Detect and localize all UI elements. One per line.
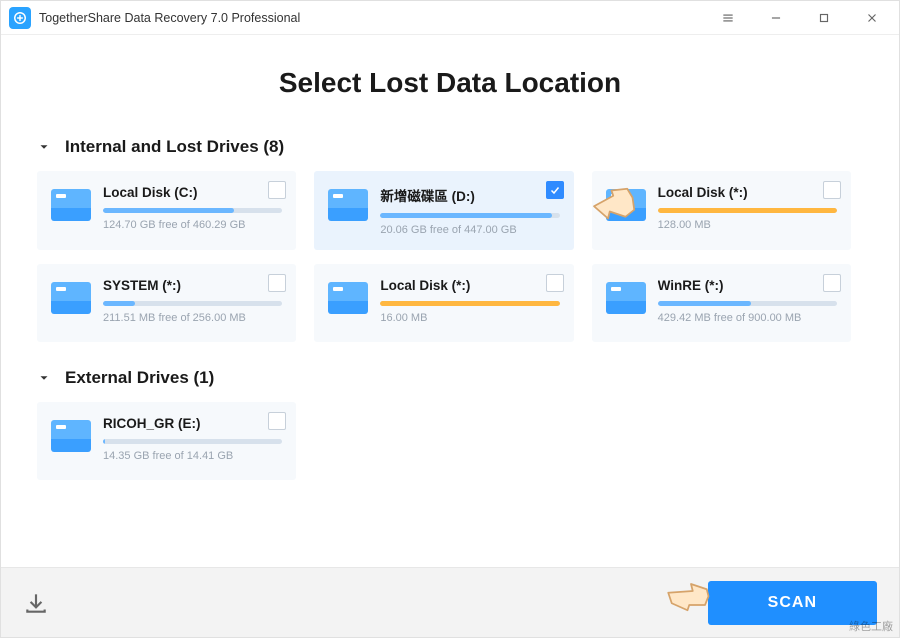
usb-drive-icon (51, 420, 91, 452)
chevron-down-icon (37, 371, 51, 385)
drive-drive-icon (606, 189, 646, 221)
drive-checkbox[interactable] (268, 412, 286, 430)
usage-fill (103, 208, 234, 213)
drive-name: Local Disk (*:) (380, 278, 559, 293)
drive-free-text: 211.51 MB free of 256.00 MB (103, 312, 282, 324)
maximize-button[interactable] (805, 4, 843, 32)
drive-card[interactable]: Local Disk (*:) 16.00 MB (314, 264, 573, 342)
menu-button[interactable] (709, 4, 747, 32)
drive-free-text: 429.42 MB free of 900.00 MB (658, 312, 837, 324)
usage-fill (103, 301, 135, 306)
drive-card[interactable]: SYSTEM (*:) 211.51 MB free of 256.00 MB (37, 264, 296, 342)
usage-bar (658, 208, 837, 213)
section-internal-drives[interactable]: Internal and Lost Drives (8) (37, 137, 851, 157)
chevron-down-icon (37, 140, 51, 154)
page-title: Select Lost Data Location (37, 67, 863, 99)
usage-bar (103, 301, 282, 306)
drive-free-text: 20.06 GB free of 447.00 GB (380, 224, 559, 236)
drive-body: WinRE (*:) 429.42 MB free of 900.00 MB (658, 278, 837, 328)
section-external-drives[interactable]: External Drives (1) (37, 368, 851, 388)
drive-name: 新增磁碟區 (D:) (380, 185, 559, 205)
drive-name: Local Disk (C:) (103, 185, 282, 200)
drive-free-text: 16.00 MB (380, 312, 559, 324)
usage-fill (658, 208, 837, 213)
section-external-label: External Drives (1) (65, 368, 214, 388)
drive-body: Local Disk (*:) 16.00 MB (380, 278, 559, 328)
drive-drive-icon (328, 189, 368, 221)
external-drive-grid: RICOH_GR (E:) 14.35 GB free of 14.41 GB (37, 402, 851, 480)
drive-scroll-area[interactable]: Internal and Lost Drives (8) Local Disk … (37, 129, 863, 553)
import-session-icon[interactable] (23, 590, 49, 616)
drive-body: Local Disk (*:) 128.00 MB (658, 185, 837, 236)
drive-card[interactable]: Local Disk (C:) 124.70 GB free of 460.29 … (37, 171, 296, 250)
drive-body: Local Disk (C:) 124.70 GB free of 460.29 … (103, 185, 282, 236)
windows-drive-icon (51, 189, 91, 221)
drive-body: 新增磁碟區 (D:) 20.06 GB free of 447.00 GB (380, 185, 559, 236)
drive-checkbox[interactable] (268, 274, 286, 292)
section-internal-label: Internal and Lost Drives (8) (65, 137, 284, 157)
internal-drive-grid: Local Disk (C:) 124.70 GB free of 460.29 … (37, 171, 851, 342)
close-button[interactable] (853, 4, 891, 32)
drive-checkbox[interactable] (546, 181, 564, 199)
app-title: TogetherShare Data Recovery 7.0 Professi… (39, 11, 300, 25)
usage-bar (103, 439, 282, 444)
drive-drive-icon (606, 282, 646, 314)
usage-bar (380, 213, 559, 218)
usage-bar (380, 301, 559, 306)
usage-bar (103, 208, 282, 213)
drive-card[interactable]: RICOH_GR (E:) 14.35 GB free of 14.41 GB (37, 402, 296, 480)
drive-checkbox[interactable] (268, 181, 286, 199)
drive-card[interactable]: 新增磁碟區 (D:) 20.06 GB free of 447.00 GB (314, 171, 573, 250)
usage-fill (658, 301, 751, 306)
drive-body: RICOH_GR (E:) 14.35 GB free of 14.41 GB (103, 416, 282, 466)
usage-fill (380, 213, 552, 218)
drive-drive-icon (51, 282, 91, 314)
drive-checkbox[interactable] (546, 274, 564, 292)
drive-card[interactable]: WinRE (*:) 429.42 MB free of 900.00 MB (592, 264, 851, 342)
main-content: Select Lost Data Location Internal and L… (1, 35, 899, 567)
drive-name: RICOH_GR (E:) (103, 416, 282, 431)
drive-free-text: 14.35 GB free of 14.41 GB (103, 450, 282, 462)
drive-free-text: 124.70 GB free of 460.29 GB (103, 219, 282, 231)
drive-card[interactable]: Local Disk (*:) 128.00 MB (592, 171, 851, 250)
footer-bar: SCAN (1, 567, 899, 637)
watermark: 綠色工廠 (849, 618, 893, 634)
app-logo-icon (9, 7, 31, 29)
window-controls (709, 4, 891, 32)
drive-drive-icon (328, 282, 368, 314)
drive-name: Local Disk (*:) (658, 185, 837, 200)
drive-name: WinRE (*:) (658, 278, 837, 293)
usage-fill (103, 439, 105, 444)
usage-bar (658, 301, 837, 306)
titlebar: TogetherShare Data Recovery 7.0 Professi… (1, 1, 899, 35)
drive-body: SYSTEM (*:) 211.51 MB free of 256.00 MB (103, 278, 282, 328)
drive-checkbox[interactable] (823, 181, 841, 199)
drive-checkbox[interactable] (823, 274, 841, 292)
drive-name: SYSTEM (*:) (103, 278, 282, 293)
drive-free-text: 128.00 MB (658, 219, 837, 231)
minimize-button[interactable] (757, 4, 795, 32)
usage-fill (380, 301, 559, 306)
